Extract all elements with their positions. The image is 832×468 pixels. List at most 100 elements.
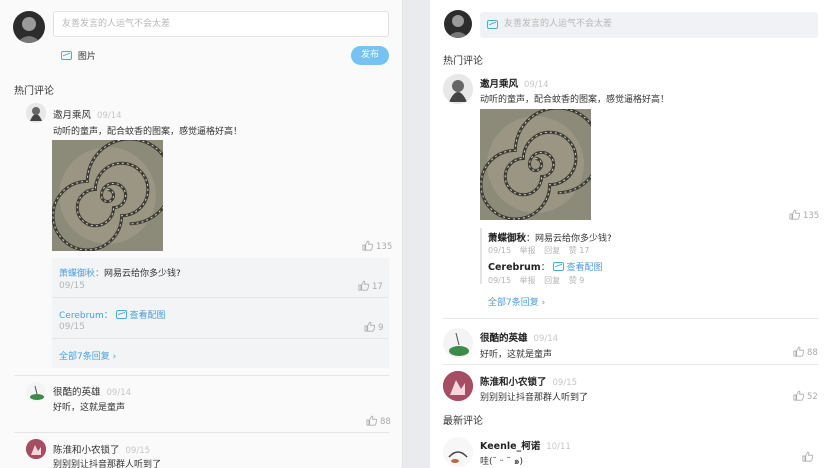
comment-text: 别别别让抖音那群人听到了 — [480, 393, 589, 403]
like-button[interactable]: 135 — [362, 240, 392, 252]
comment-avatar[interactable] — [443, 328, 473, 358]
reply-colon: ： — [540, 263, 550, 273]
latest-comments-title: 最新评论 — [443, 416, 483, 427]
thumb-up-icon — [793, 346, 804, 357]
comment-username[interactable]: 邀月乘风 — [480, 79, 518, 90]
right-comment-panel: 友善发言的人运气不会太差 热门评论 邀月乘风 09/14 动听的童声，配合蚊香的图… — [430, 0, 832, 468]
like-button[interactable] — [802, 451, 816, 463]
comment-text: 别别别让抖音那群人听到了 — [53, 460, 162, 468]
comment-text: 好听，这就是童声 — [53, 403, 126, 413]
comment-image[interactable] — [52, 140, 163, 251]
reply-like-button[interactable]: 17 — [358, 280, 383, 292]
like-button[interactable]: 52 — [793, 390, 818, 402]
comment-input[interactable]: 友善发言的人运气不会太差 — [480, 12, 818, 38]
comment-avatar[interactable] — [26, 103, 46, 123]
reply-meta: 09/15 举报 回复 赞 17 — [488, 245, 589, 256]
like-count: 17 — [372, 282, 383, 292]
like-button[interactable]: 135 — [789, 209, 819, 221]
like-count: 88 — [807, 348, 818, 358]
reply-meta: 09/15 举报 回复 赞 9 — [488, 275, 584, 286]
like-count: 88 — [380, 417, 391, 427]
comment-avatar[interactable] — [26, 439, 46, 459]
reply-item: Cerebrum： 查看配图 09/15 9 — [52, 298, 389, 339]
image-icon — [552, 262, 564, 271]
reply-indicator-line — [480, 228, 482, 284]
reply-link[interactable]: 回复 — [544, 276, 560, 285]
divider — [14, 432, 389, 433]
like-count: 135 — [376, 242, 393, 252]
like-button[interactable]: 88 — [793, 346, 818, 358]
report-link[interactable]: 举报 — [520, 276, 536, 285]
comment-avatar[interactable] — [443, 74, 473, 104]
report-link[interactable]: 举报 — [520, 246, 536, 255]
comment-avatar[interactable] — [26, 382, 46, 402]
comment-date: 09/14 — [97, 111, 122, 121]
reply-date: 09/15 — [59, 281, 85, 291]
reply-like-button[interactable]: 赞 17 — [569, 246, 590, 255]
divider — [443, 318, 818, 319]
view-image-link[interactable]: 查看配图 — [130, 311, 166, 321]
comment-text: 好听，这就是童声 — [480, 350, 553, 360]
comment-date: 09/14 — [106, 388, 132, 398]
reply-list: 萧蝶御秋：网易云给你多少钱? 09/15 17 Cerebrum： 查看配图 0… — [52, 258, 389, 368]
reply-username[interactable]: Cerebrum — [488, 262, 541, 273]
comment-image[interactable] — [480, 109, 591, 220]
all-replies-link[interactable]: 全部7条回复 › — [59, 349, 116, 362]
comment-date: 09/14 — [524, 80, 549, 90]
add-image-label: 图片 — [77, 52, 96, 62]
all-replies-label: 全部7条回复 — [488, 298, 539, 308]
image-icon — [115, 310, 127, 319]
like-button[interactable]: 88 — [366, 415, 391, 427]
comment-date: 09/14 — [533, 334, 559, 344]
comment-date: 10/11 — [546, 442, 571, 452]
hot-comments-title: 热门评论 — [443, 56, 483, 67]
comment-username[interactable]: 邀月乘风 — [53, 110, 91, 121]
comment-text: 动听的童声，配合蚊香的图案，感觉逼格好高！ — [480, 95, 670, 105]
hot-comments-title: 热门评论 — [14, 86, 54, 97]
view-image-link[interactable]: 查看配图 — [566, 263, 602, 273]
reply-username[interactable]: 萧蝶御秋 — [488, 233, 526, 244]
reply-link[interactable]: 回复 — [544, 246, 560, 255]
thumb-up-icon — [366, 415, 377, 426]
image-icon — [61, 51, 72, 60]
comment-input-placeholder: 友善发言的人运气不会太差 — [504, 19, 613, 29]
reply-username[interactable]: 萧蝶御秋： — [59, 269, 104, 279]
reply-like-button[interactable]: 赞 9 — [569, 276, 585, 285]
comment-username[interactable]: 陈淮和小农锁了 — [480, 377, 547, 388]
user-avatar[interactable] — [444, 10, 472, 38]
add-image-button[interactable]: 图片 — [61, 49, 96, 62]
image-icon[interactable] — [487, 20, 498, 29]
comment-username[interactable]: Keenle_柯诺 — [480, 441, 540, 452]
reply-text: ：网易云给你多少钱? — [526, 234, 612, 244]
reply-item: 萧蝶御秋：网易云给你多少钱? — [488, 230, 612, 244]
thumb-up-icon — [362, 240, 373, 251]
all-replies-label: 全部7条回复 — [59, 352, 110, 362]
comment-username[interactable]: 很酷的英雄 — [53, 387, 101, 398]
comment-date: 09/15 — [125, 446, 151, 456]
thumb-up-icon — [358, 280, 369, 291]
like-count: 52 — [807, 392, 818, 402]
thumb-up-icon — [793, 390, 804, 401]
comment-username[interactable]: 陈淮和小农锁了 — [53, 445, 120, 456]
all-replies-link[interactable]: 全部7条回复 › — [488, 295, 545, 308]
divider — [14, 375, 389, 376]
reply-item: 萧蝶御秋：网易云给你多少钱? 09/15 17 — [52, 258, 389, 298]
comment-text: 哇(˘ ᵕ ˘ ๑) — [480, 457, 524, 467]
thumb-up-icon — [789, 209, 800, 220]
reply-date: 09/15 — [488, 276, 512, 285]
comment-header: 邀月乘风 09/14 — [53, 107, 122, 121]
chevron-right-icon: › — [541, 298, 546, 308]
comment-username[interactable]: 很酷的英雄 — [480, 333, 528, 344]
publish-button[interactable]: 发布 — [351, 46, 389, 65]
comment-avatar[interactable] — [443, 437, 473, 467]
comment-avatar[interactable] — [443, 371, 473, 401]
reply-date: 09/15 — [488, 246, 512, 255]
reply-date: 09/15 — [59, 322, 85, 332]
comment-date: 09/15 — [552, 378, 578, 388]
reply-like-button[interactable]: 9 — [364, 321, 383, 333]
divider — [443, 364, 818, 365]
comment-input[interactable]: 友善发言的人运气不会太差 — [53, 11, 389, 37]
reply-username[interactable]: Cerebrum： — [59, 311, 113, 321]
left-comment-panel: 友善发言的人运气不会太差 图片 发布 热门评论 邀月乘风 09/14 动听的童声，… — [0, 0, 403, 468]
user-avatar[interactable] — [13, 11, 45, 43]
